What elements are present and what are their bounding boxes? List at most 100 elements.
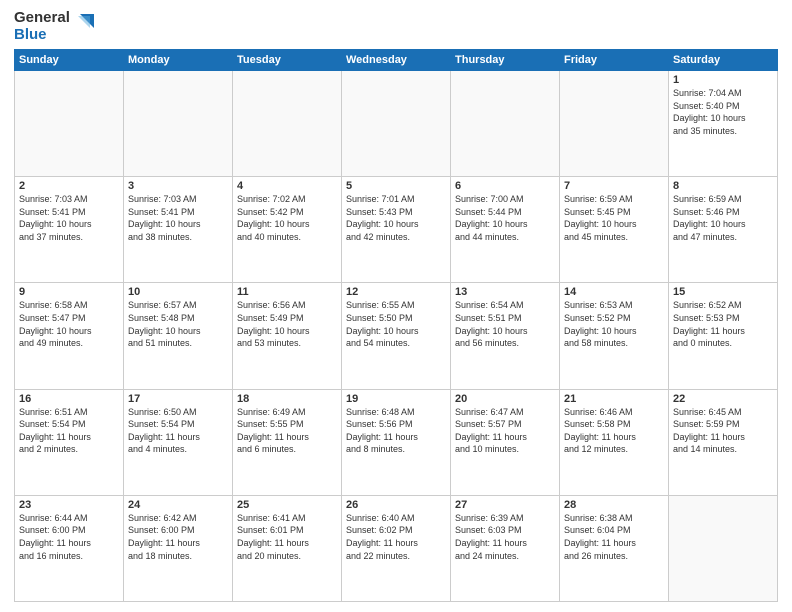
- calendar-cell: 1Sunrise: 7:04 AM Sunset: 5:40 PM Daylig…: [669, 71, 778, 177]
- day-info: Sunrise: 6:41 AM Sunset: 6:01 PM Dayligh…: [237, 512, 337, 562]
- day-number: 7: [564, 180, 664, 192]
- calendar-cell: 24Sunrise: 6:42 AM Sunset: 6:00 PM Dayli…: [124, 495, 233, 601]
- calendar-cell: 13Sunrise: 6:54 AM Sunset: 5:51 PM Dayli…: [451, 283, 560, 389]
- day-info: Sunrise: 7:00 AM Sunset: 5:44 PM Dayligh…: [455, 193, 555, 243]
- calendar-cell: 17Sunrise: 6:50 AM Sunset: 5:54 PM Dayli…: [124, 389, 233, 495]
- weekday-header-tuesday: Tuesday: [233, 50, 342, 71]
- day-number: 15: [673, 286, 773, 298]
- week-row-4: 23Sunrise: 6:44 AM Sunset: 6:00 PM Dayli…: [15, 495, 778, 601]
- day-info: Sunrise: 6:39 AM Sunset: 6:03 PM Dayligh…: [455, 512, 555, 562]
- day-info: Sunrise: 6:50 AM Sunset: 5:54 PM Dayligh…: [128, 406, 228, 456]
- week-row-0: 1Sunrise: 7:04 AM Sunset: 5:40 PM Daylig…: [15, 71, 778, 177]
- day-info: Sunrise: 6:51 AM Sunset: 5:54 PM Dayligh…: [19, 406, 119, 456]
- day-info: Sunrise: 6:58 AM Sunset: 5:47 PM Dayligh…: [19, 299, 119, 349]
- calendar-table: SundayMondayTuesdayWednesdayThursdayFrid…: [14, 49, 778, 602]
- day-info: Sunrise: 6:49 AM Sunset: 5:55 PM Dayligh…: [237, 406, 337, 456]
- day-info: Sunrise: 6:55 AM Sunset: 5:50 PM Dayligh…: [346, 299, 446, 349]
- day-number: 22: [673, 393, 773, 405]
- calendar-cell: 6Sunrise: 7:00 AM Sunset: 5:44 PM Daylig…: [451, 177, 560, 283]
- week-row-3: 16Sunrise: 6:51 AM Sunset: 5:54 PM Dayli…: [15, 389, 778, 495]
- calendar-cell: 8Sunrise: 6:59 AM Sunset: 5:46 PM Daylig…: [669, 177, 778, 283]
- calendar-cell: 28Sunrise: 6:38 AM Sunset: 6:04 PM Dayli…: [560, 495, 669, 601]
- day-number: 24: [128, 499, 228, 511]
- weekday-header-saturday: Saturday: [669, 50, 778, 71]
- day-info: Sunrise: 7:03 AM Sunset: 5:41 PM Dayligh…: [128, 193, 228, 243]
- calendar-cell: [451, 71, 560, 177]
- calendar-cell: 21Sunrise: 6:46 AM Sunset: 5:58 PM Dayli…: [560, 389, 669, 495]
- day-info: Sunrise: 6:52 AM Sunset: 5:53 PM Dayligh…: [673, 299, 773, 349]
- logo: General Blue: [14, 10, 94, 43]
- day-number: 20: [455, 393, 555, 405]
- calendar-cell: [124, 71, 233, 177]
- day-number: 17: [128, 393, 228, 405]
- logo-icon: [72, 14, 94, 36]
- day-number: 26: [346, 499, 446, 511]
- day-number: 25: [237, 499, 337, 511]
- calendar-cell: 7Sunrise: 6:59 AM Sunset: 5:45 PM Daylig…: [560, 177, 669, 283]
- logo-general: General: [14, 10, 70, 27]
- day-info: Sunrise: 6:59 AM Sunset: 5:45 PM Dayligh…: [564, 193, 664, 243]
- calendar-cell: 23Sunrise: 6:44 AM Sunset: 6:00 PM Dayli…: [15, 495, 124, 601]
- day-number: 23: [19, 499, 119, 511]
- day-info: Sunrise: 6:54 AM Sunset: 5:51 PM Dayligh…: [455, 299, 555, 349]
- day-number: 14: [564, 286, 664, 298]
- weekday-header-monday: Monday: [124, 50, 233, 71]
- calendar-cell: 22Sunrise: 6:45 AM Sunset: 5:59 PM Dayli…: [669, 389, 778, 495]
- weekday-header-sunday: Sunday: [15, 50, 124, 71]
- day-info: Sunrise: 6:59 AM Sunset: 5:46 PM Dayligh…: [673, 193, 773, 243]
- day-number: 16: [19, 393, 119, 405]
- day-info: Sunrise: 6:45 AM Sunset: 5:59 PM Dayligh…: [673, 406, 773, 456]
- day-info: Sunrise: 6:40 AM Sunset: 6:02 PM Dayligh…: [346, 512, 446, 562]
- calendar-cell: 10Sunrise: 6:57 AM Sunset: 5:48 PM Dayli…: [124, 283, 233, 389]
- day-info: Sunrise: 7:03 AM Sunset: 5:41 PM Dayligh…: [19, 193, 119, 243]
- day-number: 1: [673, 74, 773, 86]
- calendar-cell: 11Sunrise: 6:56 AM Sunset: 5:49 PM Dayli…: [233, 283, 342, 389]
- calendar-cell: [15, 71, 124, 177]
- week-row-2: 9Sunrise: 6:58 AM Sunset: 5:47 PM Daylig…: [15, 283, 778, 389]
- day-number: 28: [564, 499, 664, 511]
- calendar-cell: 20Sunrise: 6:47 AM Sunset: 5:57 PM Dayli…: [451, 389, 560, 495]
- day-info: Sunrise: 7:01 AM Sunset: 5:43 PM Dayligh…: [346, 193, 446, 243]
- calendar-cell: 3Sunrise: 7:03 AM Sunset: 5:41 PM Daylig…: [124, 177, 233, 283]
- day-number: 13: [455, 286, 555, 298]
- calendar-cell: 2Sunrise: 7:03 AM Sunset: 5:41 PM Daylig…: [15, 177, 124, 283]
- day-number: 27: [455, 499, 555, 511]
- calendar-cell: 25Sunrise: 6:41 AM Sunset: 6:01 PM Dayli…: [233, 495, 342, 601]
- day-info: Sunrise: 6:47 AM Sunset: 5:57 PM Dayligh…: [455, 406, 555, 456]
- calendar-cell: 19Sunrise: 6:48 AM Sunset: 5:56 PM Dayli…: [342, 389, 451, 495]
- weekday-header-row: SundayMondayTuesdayWednesdayThursdayFrid…: [15, 50, 778, 71]
- weekday-header-thursday: Thursday: [451, 50, 560, 71]
- day-info: Sunrise: 6:46 AM Sunset: 5:58 PM Dayligh…: [564, 406, 664, 456]
- calendar-cell: 16Sunrise: 6:51 AM Sunset: 5:54 PM Dayli…: [15, 389, 124, 495]
- day-info: Sunrise: 6:38 AM Sunset: 6:04 PM Dayligh…: [564, 512, 664, 562]
- calendar-cell: 12Sunrise: 6:55 AM Sunset: 5:50 PM Dayli…: [342, 283, 451, 389]
- day-number: 5: [346, 180, 446, 192]
- day-info: Sunrise: 6:42 AM Sunset: 6:00 PM Dayligh…: [128, 512, 228, 562]
- calendar-cell: [342, 71, 451, 177]
- calendar-cell: [560, 71, 669, 177]
- day-number: 8: [673, 180, 773, 192]
- logo-area: General Blue: [14, 10, 94, 43]
- calendar-cell: 4Sunrise: 7:02 AM Sunset: 5:42 PM Daylig…: [233, 177, 342, 283]
- day-info: Sunrise: 6:56 AM Sunset: 5:49 PM Dayligh…: [237, 299, 337, 349]
- day-info: Sunrise: 7:04 AM Sunset: 5:40 PM Dayligh…: [673, 87, 773, 137]
- day-info: Sunrise: 7:02 AM Sunset: 5:42 PM Dayligh…: [237, 193, 337, 243]
- calendar-cell: 9Sunrise: 6:58 AM Sunset: 5:47 PM Daylig…: [15, 283, 124, 389]
- calendar-cell: 14Sunrise: 6:53 AM Sunset: 5:52 PM Dayli…: [560, 283, 669, 389]
- day-info: Sunrise: 6:48 AM Sunset: 5:56 PM Dayligh…: [346, 406, 446, 456]
- day-number: 9: [19, 286, 119, 298]
- weekday-header-wednesday: Wednesday: [342, 50, 451, 71]
- day-number: 19: [346, 393, 446, 405]
- day-info: Sunrise: 6:53 AM Sunset: 5:52 PM Dayligh…: [564, 299, 664, 349]
- calendar-cell: 26Sunrise: 6:40 AM Sunset: 6:02 PM Dayli…: [342, 495, 451, 601]
- day-number: 21: [564, 393, 664, 405]
- logo-blue: Blue: [14, 27, 70, 44]
- day-number: 6: [455, 180, 555, 192]
- calendar-cell: 27Sunrise: 6:39 AM Sunset: 6:03 PM Dayli…: [451, 495, 560, 601]
- header: General Blue: [14, 10, 778, 43]
- calendar-cell: [233, 71, 342, 177]
- day-number: 4: [237, 180, 337, 192]
- page: General Blue SundayMondayTuesdayWednesda…: [0, 0, 792, 612]
- weekday-header-friday: Friday: [560, 50, 669, 71]
- day-number: 10: [128, 286, 228, 298]
